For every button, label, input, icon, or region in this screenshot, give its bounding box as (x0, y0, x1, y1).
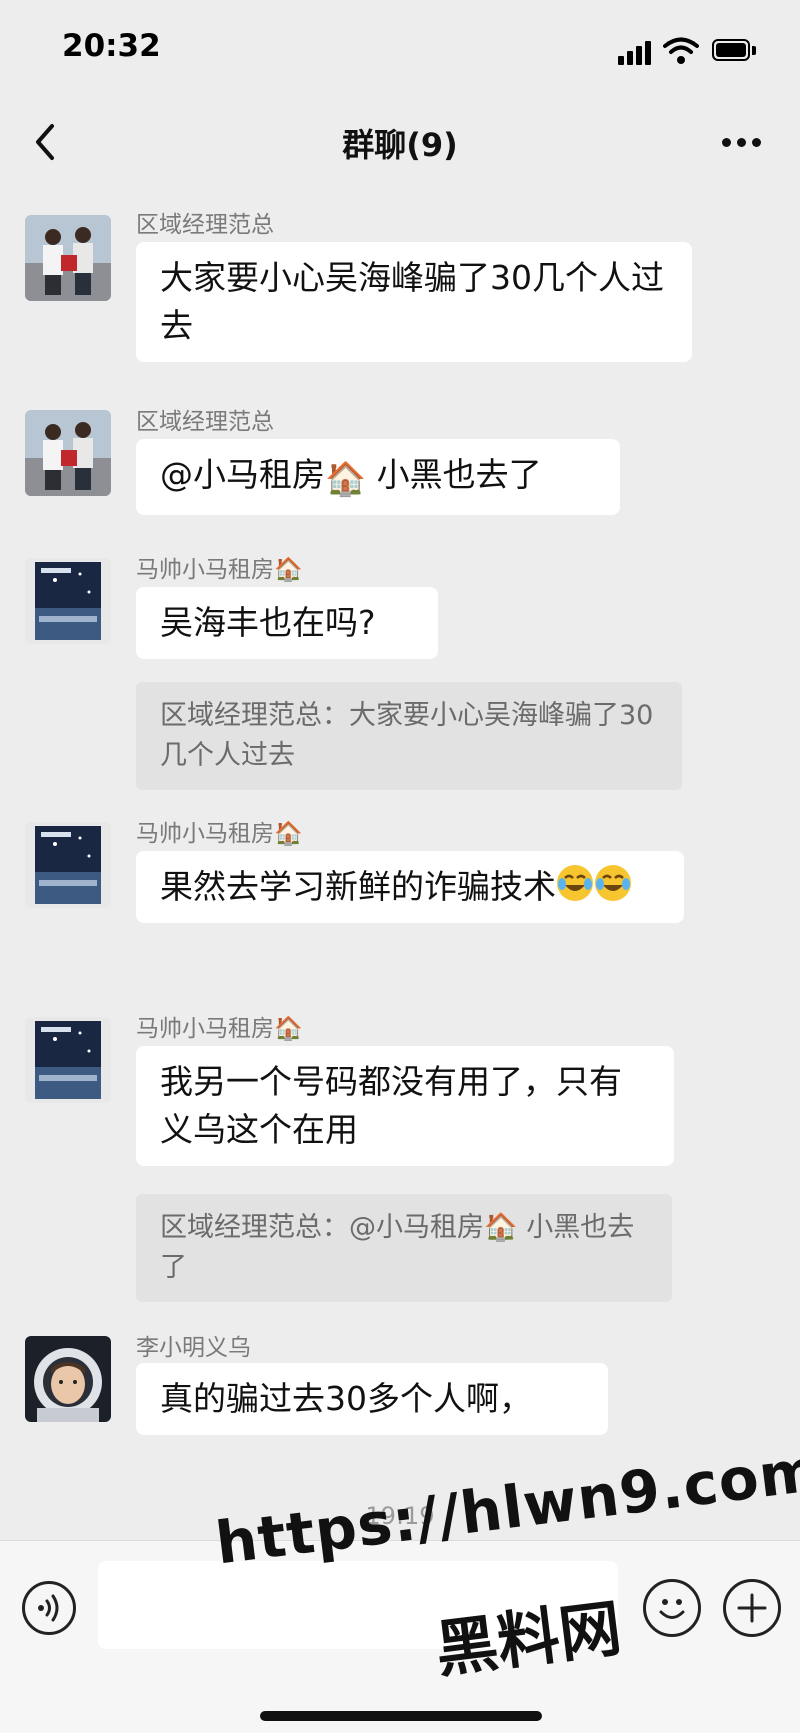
message-bubble[interactable]: 大家要小心吴海峰骗了30几个人过去 (136, 242, 692, 362)
status-bar: 20:32 (0, 0, 800, 100)
battery-icon (712, 39, 758, 63)
laughing-crying-emoji-icon (595, 865, 631, 901)
sender-name: 区域经理范总 (136, 409, 274, 435)
chat-title: 群聊(9) (342, 126, 458, 164)
quoted-message[interactable]: 区域经理范总：@小马租房🏠 小黑也去了 (136, 1194, 672, 1302)
avatar[interactable] (25, 1017, 111, 1103)
sender-name: 李小明义乌 (136, 1335, 251, 1361)
message-bubble[interactable]: 果然去学习新鲜的诈骗技术 (136, 851, 684, 923)
message-bubble[interactable]: @小马租房🏠 小黑也去了 (136, 439, 620, 515)
message-bubble[interactable]: 我另一个号码都没有用了，只有义乌这个在用 (136, 1046, 674, 1166)
avatar[interactable] (25, 822, 111, 908)
message-text: 小黑也去了 (366, 455, 542, 494)
voice-input-button[interactable] (22, 1581, 76, 1635)
wifi-icon (663, 37, 699, 64)
home-indicator (260, 1711, 542, 1721)
more-options-icon[interactable] (722, 138, 762, 148)
message-bubble[interactable]: 吴海丰也在吗? (136, 587, 438, 659)
house-emoji: 🏠 (484, 1212, 518, 1243)
chat-header: 群聊(9) (0, 100, 800, 186)
cellular-signal-icon (618, 39, 658, 65)
smiley-icon (659, 1599, 685, 1619)
sender-name: 马帅小马租房🏠 (136, 557, 303, 583)
status-time: 20:32 (62, 28, 161, 64)
avatar[interactable] (25, 215, 111, 301)
more-functions-button[interactable] (723, 1579, 781, 1637)
avatar[interactable] (25, 410, 111, 496)
voice-icon (38, 1594, 59, 1622)
avatar[interactable] (25, 1336, 111, 1422)
emoji-button[interactable] (643, 1579, 701, 1637)
house-emoji: 🏠 (274, 1016, 303, 1042)
sender-name: 区域经理范总 (136, 212, 274, 238)
house-emoji: 🏠 (274, 557, 303, 583)
quoted-message[interactable]: 区域经理范总：大家要小心吴海峰骗了30几个人过去 (136, 682, 682, 790)
sender-name: 马帅小马租房🏠 (136, 821, 303, 847)
sender-name: 马帅小马租房🏠 (136, 1016, 303, 1042)
house-emoji: 🏠 (274, 821, 303, 847)
message-bubble[interactable]: 真的骗过去30多个人啊， (136, 1363, 608, 1435)
laughing-crying-emoji-icon (557, 865, 593, 901)
message-text: 果然去学习新鲜的诈骗技术 (160, 867, 556, 906)
message-text: @小马租房 (160, 455, 325, 494)
input-bar (0, 1540, 800, 1733)
house-emoji: 🏠 (325, 459, 367, 498)
plus-icon (737, 1593, 767, 1623)
avatar[interactable] (25, 558, 111, 644)
